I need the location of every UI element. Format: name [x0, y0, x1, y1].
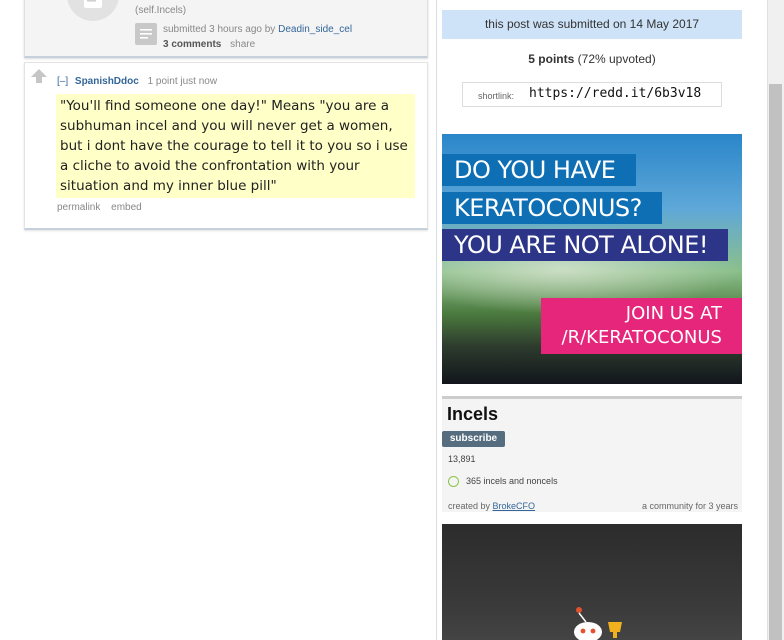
post-actions: 3 comments share	[163, 39, 255, 50]
shortlink-box: shortlink: https://redd.it/6b3v18	[462, 82, 722, 107]
shortlink-label: shortlink:	[478, 91, 515, 101]
ad-cta-line-1: JOIN US AT	[625, 303, 722, 324]
embed-link[interactable]: embed	[111, 202, 142, 213]
submitted-label: submitted	[163, 24, 207, 35]
upvote-ratio: (72% upvoted)	[577, 52, 656, 66]
community-age: a community for 3 years	[641, 501, 738, 511]
snoo-trophy-icon	[574, 607, 622, 640]
comment-author-link[interactable]: SpanishDdoc	[75, 76, 139, 87]
post-thumbnail[interactable]	[67, 0, 119, 21]
comments-link[interactable]: 3 comments	[163, 39, 221, 50]
expando-text-icon[interactable]	[135, 23, 157, 45]
points-count: 5 points	[528, 52, 575, 66]
ad-call-to-action[interactable]: JOIN US AT /R/KERATOCONUS	[541, 298, 742, 354]
sidebar-promo-image[interactable]	[442, 524, 742, 640]
share-link[interactable]: share	[230, 39, 255, 50]
collapse-toggle[interactable]: [–]	[57, 76, 68, 87]
post-author-link[interactable]: Deadin_side_cel	[278, 24, 352, 35]
comment-score-time: 1 point just now	[147, 76, 218, 87]
post-tagline: submitted 3 hours ago by Deadin_side_cel	[163, 24, 352, 35]
by-label: by	[264, 24, 276, 35]
comment-body: "You'll find someone one day!" Means "yo…	[56, 94, 415, 198]
upvote-arrow-icon[interactable]	[31, 69, 47, 83]
ad-line-1: DO YOU HAVE	[442, 154, 636, 186]
comment-tagline: [–] SpanishDdoc 1 point just now	[57, 76, 217, 87]
subscribe-button[interactable]: subscribe	[442, 431, 505, 447]
scrollbar-thumb[interactable]	[769, 84, 782, 640]
submitted-time: 3 hours ago	[209, 24, 262, 35]
subscriber-count: 13,891	[448, 454, 476, 464]
shortlink-url[interactable]: https://redd.it/6b3v18	[529, 86, 701, 101]
ad-line-3: YOU ARE NOT ALONE!	[442, 229, 728, 261]
self-post-icon	[84, 0, 102, 8]
post-card: 3 (self.Incels) submitted 3 hours ago by…	[24, 0, 428, 58]
users-online: 365 incels and noncels	[448, 476, 558, 488]
comment-actions: permalink embed	[57, 202, 150, 213]
comment-card: [–] SpanishDdoc 1 point just now "You'll…	[24, 62, 428, 230]
ad-cta-line-2: /R/KERATOCONUS	[561, 327, 722, 348]
post-domain[interactable]: (self.Incels)	[135, 5, 186, 16]
created-by: created by BrokeCFO	[448, 501, 535, 511]
permalink-link[interactable]: permalink	[57, 202, 100, 213]
sidebar-ad-banner[interactable]: DO YOU HAVE KERATOCONUS? YOU ARE NOT ALO…	[442, 134, 742, 384]
ad-line-2: KERATOCONUS?	[442, 192, 662, 224]
subreddit-title[interactable]: Incels	[447, 404, 498, 425]
submitted-date-box: this post was submitted on 14 May 2017	[442, 10, 742, 39]
online-indicator-icon	[448, 476, 459, 488]
creator-link[interactable]: BrokeCFO	[493, 501, 536, 511]
post-score: 5 points (72% upvoted)	[442, 52, 742, 66]
created-by-label: created by	[448, 501, 491, 511]
subreddit-info-box: Incels subscribe 13,891 365 incels and n…	[442, 396, 742, 512]
users-online-label: 365 incels and noncels	[466, 476, 558, 486]
